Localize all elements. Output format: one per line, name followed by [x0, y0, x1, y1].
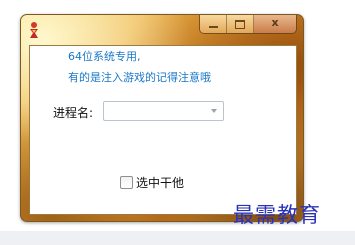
note-line-1: 64位系统专用,: [68, 50, 141, 63]
maximize-button[interactable]: [227, 15, 254, 33]
note-line-2: 有的是注入游戏的记得注意哦: [68, 71, 211, 84]
close-button[interactable]: x: [254, 15, 296, 33]
chevron-down-icon[interactable]: [211, 109, 217, 113]
bottom-band: [0, 231, 355, 245]
app-icon: [27, 21, 41, 39]
target-checkbox-label[interactable]: 选中干他: [136, 174, 184, 191]
minimize-button[interactable]: [200, 15, 227, 33]
close-icon: x: [271, 16, 279, 29]
target-checkbox-row[interactable]: 选中干他: [120, 174, 184, 191]
process-label: 进程名:: [53, 106, 94, 120]
app-window: x 64位系统专用, 有的是注入游戏的记得注意哦 进程名: 选中干他: [20, 14, 304, 222]
client-area: 64位系统专用, 有的是注入游戏的记得注意哦 进程名: 选中干他: [29, 45, 297, 215]
caption-buttons: x: [199, 15, 297, 34]
process-select[interactable]: [103, 101, 224, 121]
target-checkbox[interactable]: [120, 176, 133, 189]
watermark-text: 最需教育: [233, 203, 321, 227]
